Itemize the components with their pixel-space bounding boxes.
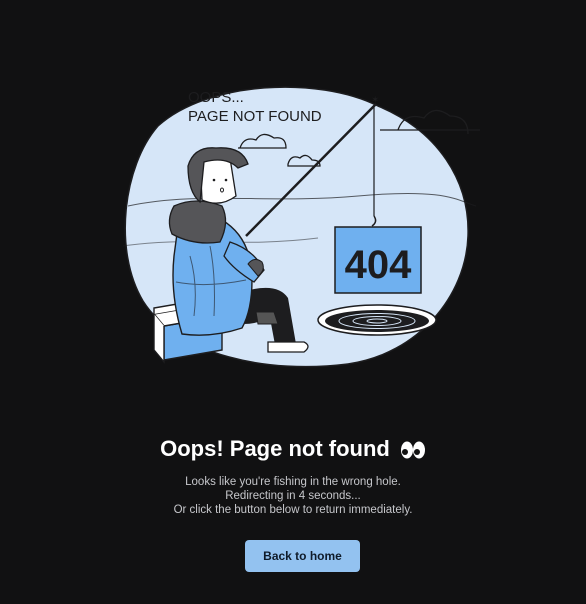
sign-404-text: 404	[345, 243, 412, 287]
svg-text:✶: ✶	[371, 95, 379, 106]
eyes-icon	[400, 440, 426, 466]
message-line-wrong-hole: Looks like you're fishing in the wrong h…	[185, 476, 401, 488]
message-line-click-button: Or click the button below to return imme…	[173, 504, 413, 516]
page-title: Oops! Page not found	[0, 436, 586, 466]
page-title-text: Oops! Page not found	[160, 436, 390, 461]
oops-bubble-text: OOPS...	[188, 89, 244, 106]
back-to-home-button[interactable]: Back to home	[245, 540, 360, 572]
message-line-redirect-countdown: Redirecting in 4 seconds...	[225, 490, 361, 502]
page-not-found-bubble-text: PAGE NOT FOUND	[188, 108, 322, 125]
not-found-page: OOPS... PAGE NOT FOUND ✶ 404 Oops! Page …	[0, 0, 586, 604]
ice-fishing-illustration: OOPS... PAGE NOT FOUND ✶ 404	[122, 86, 480, 368]
